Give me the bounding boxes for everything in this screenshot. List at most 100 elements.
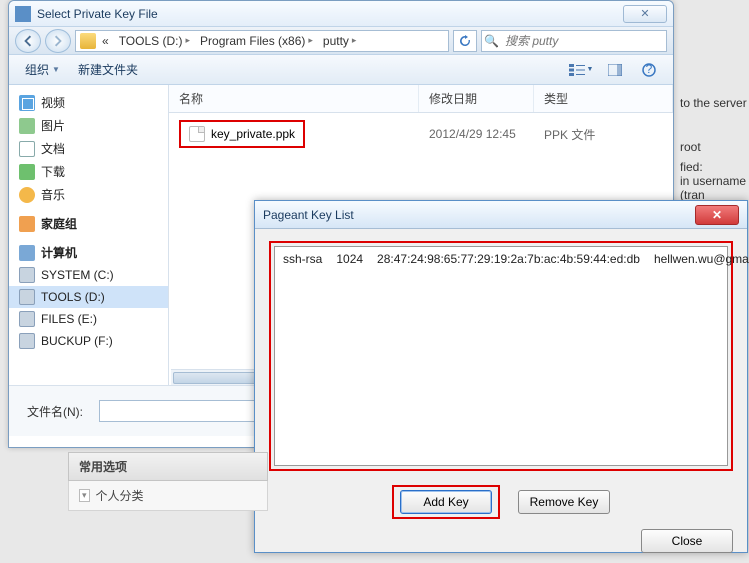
- file-date: 2012/4/29 12:45: [419, 125, 534, 143]
- file-icon: [189, 126, 205, 142]
- key-bits: 1024: [336, 252, 363, 266]
- breadcrumb-root[interactable]: «: [98, 34, 113, 48]
- pageant-close-row: Close: [255, 529, 747, 563]
- tree-item-drive-d[interactable]: TOOLS (D:): [9, 286, 168, 308]
- arrow-right-icon: [52, 35, 64, 47]
- homegroup-icon: [19, 216, 35, 232]
- breadcrumb-label: putty: [323, 34, 349, 48]
- chevron-down-icon: ▼: [587, 66, 594, 73]
- tree-group-homegroup[interactable]: 家庭组: [9, 212, 168, 235]
- tree-label: 下载: [41, 163, 65, 180]
- bg-text: root: [680, 140, 701, 154]
- view-mode-button[interactable]: ▼: [567, 59, 595, 81]
- breadcrumb-label: Program Files (x86): [200, 34, 305, 48]
- side-panel: 常用选项 ▾ 个人分类: [68, 452, 268, 511]
- pageant-title: Pageant Key List: [263, 208, 695, 222]
- key-listbox[interactable]: ssh-rsa 1024 28:47:24:98:65:77:29:19:2a:…: [274, 246, 728, 466]
- tree-label: 家庭组: [41, 215, 77, 232]
- breadcrumb-item[interactable]: TOOLS (D:)▸: [115, 34, 194, 48]
- chevron-right-icon: ▸: [308, 35, 313, 46]
- search-box: 🔍: [481, 30, 667, 52]
- svg-text:?: ?: [646, 63, 653, 76]
- bg-text: fied:: [680, 160, 703, 174]
- tree-item-drive-f[interactable]: BUCKUP (F:): [9, 330, 168, 352]
- tree-item-drive-e[interactable]: FILES (E:): [9, 308, 168, 330]
- preview-pane-button[interactable]: [601, 59, 629, 81]
- drive-icon: [19, 311, 35, 327]
- tree-label: FILES (E:): [41, 312, 97, 326]
- nav-back-button[interactable]: [15, 29, 41, 53]
- chevron-down-icon: ▼: [52, 65, 60, 74]
- search-input[interactable]: [501, 34, 666, 48]
- breadcrumb-item[interactable]: Program Files (x86)▸: [196, 34, 317, 48]
- tree-label: 计算机: [41, 244, 77, 261]
- column-date[interactable]: 修改日期: [419, 85, 534, 112]
- bg-text: to the server: [680, 96, 747, 110]
- breadcrumb-label: TOOLS (D:): [119, 34, 183, 48]
- tree-label: 音乐: [41, 186, 65, 203]
- tree-label: 图片: [41, 117, 65, 134]
- add-key-button[interactable]: Add Key: [400, 490, 492, 514]
- tree-item-downloads[interactable]: 下载: [9, 160, 168, 183]
- toolbar-label: 组织: [25, 61, 49, 78]
- help-button[interactable]: ?: [635, 59, 663, 81]
- close-button[interactable]: Close: [641, 529, 733, 553]
- tree-label: 文档: [41, 140, 65, 157]
- nav-forward-button[interactable]: [45, 29, 71, 53]
- new-folder-button[interactable]: 新建文件夹: [72, 58, 144, 81]
- pageant-titlebar: Pageant Key List ✕: [255, 201, 747, 229]
- organize-menu[interactable]: 组织▼: [19, 58, 66, 81]
- tree-label: BUCKUP (F:): [41, 334, 113, 348]
- tree-item-video[interactable]: 视频: [9, 91, 168, 114]
- refresh-icon: [459, 35, 471, 47]
- help-icon: ?: [642, 63, 656, 77]
- list-item[interactable]: key_private.ppk 2012/4/29 12:45 PPK 文件: [169, 113, 673, 155]
- nav-tree: 视频 图片 文档 下载 音乐 家庭组 计算机 SYSTEM (C:) TOOLS…: [9, 85, 169, 385]
- chevron-right-icon: ▸: [185, 35, 190, 46]
- tree-item-pictures[interactable]: 图片: [9, 114, 168, 137]
- tree-item-documents[interactable]: 文档: [9, 137, 168, 160]
- pageant-button-row: Add Key Remove Key: [269, 485, 733, 519]
- dialog-close-button[interactable]: ✕: [623, 5, 667, 23]
- music-icon: [19, 187, 35, 203]
- chevron-down-icon: ▾: [79, 489, 90, 502]
- breadcrumb[interactable]: « TOOLS (D:)▸ Program Files (x86)▸ putty…: [75, 30, 449, 52]
- arrow-left-icon: [22, 35, 34, 47]
- documents-icon: [19, 141, 35, 157]
- drive-icon: [19, 267, 35, 283]
- key-row[interactable]: ssh-rsa 1024 28:47:24:98:65:77:29:19:2a:…: [277, 249, 725, 269]
- tree-label: TOOLS (D:): [41, 290, 105, 304]
- drive-icon: [19, 289, 35, 305]
- column-name[interactable]: 名称: [169, 85, 419, 112]
- key-type: ssh-rsa: [283, 252, 322, 266]
- tree-label: SYSTEM (C:): [41, 268, 114, 282]
- key-comment: hellwen.wu@gmail.com: [654, 252, 749, 266]
- search-icon: 🔍: [482, 34, 501, 48]
- dialog-title: Select Private Key File: [37, 7, 623, 21]
- tree-item-music[interactable]: 音乐: [9, 183, 168, 206]
- computer-icon: [19, 245, 35, 261]
- downloads-icon: [19, 164, 35, 180]
- breadcrumb-item[interactable]: putty▸: [319, 34, 361, 48]
- dialog-titlebar: Select Private Key File ✕: [9, 1, 673, 27]
- drive-icon: [19, 333, 35, 349]
- app-icon: [15, 6, 31, 22]
- panel-header[interactable]: 常用选项: [68, 452, 268, 481]
- panel-item[interactable]: ▾ 个人分类: [68, 481, 268, 511]
- folder-icon: [80, 33, 96, 49]
- file-type: PPK 文件: [534, 124, 673, 145]
- toolbar: 组织▼ 新建文件夹 ▼ ?: [9, 55, 673, 85]
- pageant-window: Pageant Key List ✕ ssh-rsa 1024 28:47:24…: [254, 200, 748, 553]
- list-header: 名称 修改日期 类型: [169, 85, 673, 113]
- tree-item-drive-c[interactable]: SYSTEM (C:): [9, 264, 168, 286]
- bg-text: in username (tran: [680, 174, 749, 202]
- remove-key-button[interactable]: Remove Key: [518, 490, 610, 514]
- add-key-highlight: Add Key: [392, 485, 500, 519]
- column-type[interactable]: 类型: [534, 85, 673, 112]
- file-name: key_private.ppk: [211, 127, 295, 141]
- refresh-button[interactable]: [453, 30, 477, 52]
- chevron-right-icon: ▸: [352, 35, 357, 46]
- pageant-close-button[interactable]: ✕: [695, 205, 739, 225]
- tree-group-computer[interactable]: 计算机: [9, 241, 168, 264]
- video-icon: [19, 95, 35, 111]
